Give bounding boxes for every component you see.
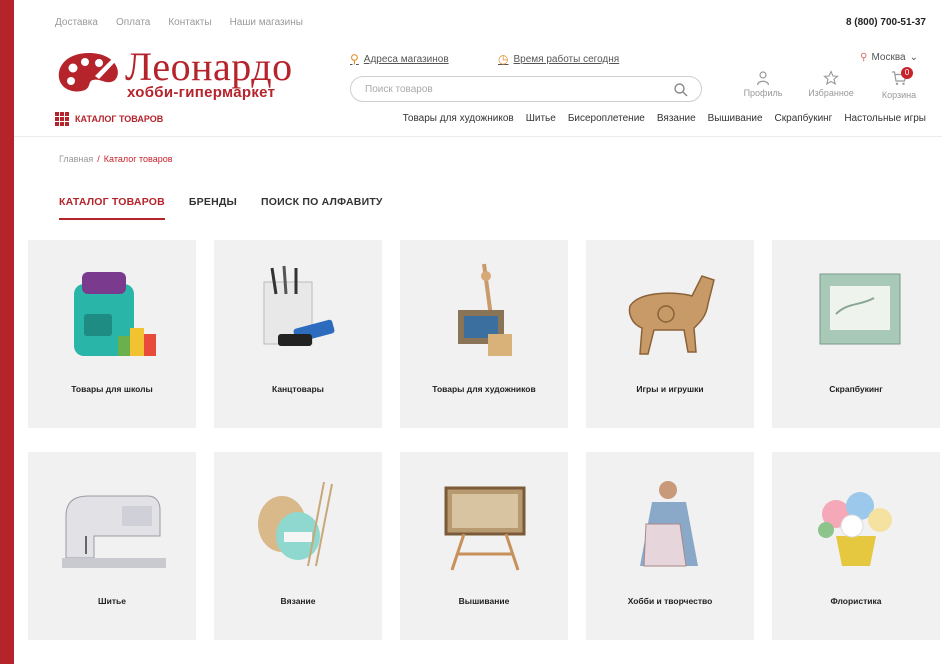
- category-card-school[interactable]: Товары для школы: [28, 240, 196, 428]
- scrapbook-card-icon: [819, 273, 901, 345]
- profile-button[interactable]: Профиль: [738, 70, 788, 100]
- catalog-tabs: КАТАЛОГ ТОВАРОВ БРЕНДЫ ПОИСК ПО АЛФАВИТУ: [59, 196, 383, 220]
- location-pin-icon: ⚲: [350, 52, 359, 66]
- category-label: Шитье: [98, 596, 126, 606]
- nav-item-knitting[interactable]: Вязание: [657, 112, 696, 126]
- page: Доставка Оплата Контакты Наши магазины 8…: [14, 0, 942, 664]
- cart-count-badge: 0: [901, 67, 913, 79]
- category-card-knitting[interactable]: Вязание: [214, 452, 382, 640]
- clock-icon: ◷: [498, 52, 509, 66]
- breadcrumb-current: Каталог товаров: [103, 154, 173, 164]
- category-card-toys[interactable]: Игры и игрушки: [586, 240, 754, 428]
- tab-catalog[interactable]: КАТАЛОГ ТОВАРОВ: [59, 196, 165, 220]
- grid-menu-icon: [55, 112, 69, 126]
- top-bar: Доставка Оплата Контакты Наши магазины 8…: [14, 10, 942, 36]
- school-backpack-icon: [74, 272, 156, 356]
- working-hours-link[interactable]: ◷ Время работы сегодня: [498, 52, 619, 66]
- category-label: Игры и игрушки: [636, 384, 704, 394]
- store-address-link[interactable]: ⚲ Адреса магазинов: [350, 52, 449, 66]
- category-card-embroidery[interactable]: Вышивание: [400, 452, 568, 640]
- tab-brands[interactable]: БРЕНДЫ: [189, 196, 237, 220]
- chevron-down-icon: ⌄: [909, 52, 918, 63]
- search-input[interactable]: [365, 81, 665, 97]
- logo-subtitle: хобби-гипермаркет: [127, 84, 276, 101]
- main-nav: Товары для художников Шитье Бисероплетен…: [403, 112, 926, 126]
- category-card-stationery[interactable]: Канцтовары: [214, 240, 382, 428]
- nav-item-sewing[interactable]: Шитье: [526, 112, 556, 126]
- user-tools: Профиль Избранное 0 Корзина: [738, 67, 924, 100]
- embroidery-frame-icon: [444, 486, 526, 571]
- search-box[interactable]: [350, 76, 702, 102]
- category-label: Канцтовары: [272, 384, 324, 394]
- nav-item-beading[interactable]: Бисероплетение: [568, 112, 645, 126]
- search-icon[interactable]: [673, 82, 689, 98]
- category-card-floristics[interactable]: Флористика: [772, 452, 940, 640]
- cart-label: Корзина: [881, 90, 917, 100]
- catalog-menu-button[interactable]: КАТАЛОГ ТОВАРОВ: [55, 112, 163, 126]
- flowers-icon: [818, 492, 892, 566]
- top-link-payment[interactable]: Оплата: [116, 10, 150, 36]
- category-label: Товары для школы: [71, 384, 153, 394]
- nav-item-scrapbooking[interactable]: Скрапбукинг: [775, 112, 833, 126]
- category-label: Вышивание: [458, 596, 510, 606]
- category-label: Вязание: [280, 596, 316, 606]
- category-label: Флористика: [830, 596, 882, 606]
- breadcrumb: Главная / Каталог товаров: [59, 154, 173, 164]
- favorites-button[interactable]: Избранное: [806, 70, 856, 100]
- sewing-machine-icon: [62, 495, 166, 568]
- nav-item-embroidery[interactable]: Вышивание: [708, 112, 763, 126]
- phone-number[interactable]: 8 (800) 700-51-37: [846, 10, 926, 36]
- category-label: Хобби и творчество: [627, 596, 713, 606]
- wooden-horse-icon: [628, 275, 715, 355]
- header-divider: [14, 136, 942, 137]
- breadcrumb-separator: /: [97, 154, 100, 164]
- category-label: Товары для художников: [432, 384, 536, 394]
- top-link-delivery[interactable]: Доставка: [55, 10, 98, 36]
- profile-label: Профиль: [743, 88, 783, 98]
- nav-item-artists[interactable]: Товары для художников: [403, 112, 514, 126]
- logo[interactable]: Леонардо хобби-гипермаркет: [55, 44, 345, 104]
- store-address-label: Адреса магазинов: [363, 53, 449, 65]
- working-hours-label: Время работы сегодня: [513, 53, 620, 65]
- cart-button[interactable]: 0 Корзина: [874, 67, 924, 100]
- star-icon: [823, 70, 839, 86]
- catalog-menu-label: КАТАЛОГ ТОВАРОВ: [75, 114, 164, 124]
- yarn-icon: [258, 481, 333, 567]
- city-pin-icon: ⚲: [860, 52, 868, 63]
- top-links: Доставка Оплата Контакты Наши магазины: [55, 10, 303, 36]
- left-accent-bar: [0, 0, 14, 664]
- category-label: Скрапбукинг: [829, 384, 883, 394]
- tab-alphabet-search[interactable]: ПОИСК ПО АЛФАВИТУ: [261, 196, 383, 220]
- nav-item-board-games[interactable]: Настольные игры: [844, 112, 926, 126]
- category-card-scrapbooking[interactable]: Скрапбукинг: [772, 240, 940, 428]
- category-card-hobby[interactable]: Хобби и творчество: [586, 452, 754, 640]
- top-link-stores[interactable]: Наши магазины: [230, 10, 303, 36]
- palette-logo-icon: [58, 53, 118, 92]
- category-card-sewing[interactable]: Шитье: [28, 452, 196, 640]
- category-card-artists[interactable]: Товары для художников: [400, 240, 568, 428]
- top-link-contacts[interactable]: Контакты: [168, 10, 211, 36]
- favorites-label: Избранное: [808, 88, 854, 98]
- cart-icon-wrap: 0: [891, 67, 913, 90]
- hobby-doll-icon: [640, 481, 698, 567]
- breadcrumb-home[interactable]: Главная: [59, 154, 93, 164]
- city-selector[interactable]: ⚲ Москва ⌄: [860, 52, 918, 63]
- artist-supplies-icon: [458, 263, 512, 356]
- user-icon: [756, 71, 770, 86]
- stationery-icon: [263, 265, 335, 346]
- city-name: Москва: [871, 52, 906, 63]
